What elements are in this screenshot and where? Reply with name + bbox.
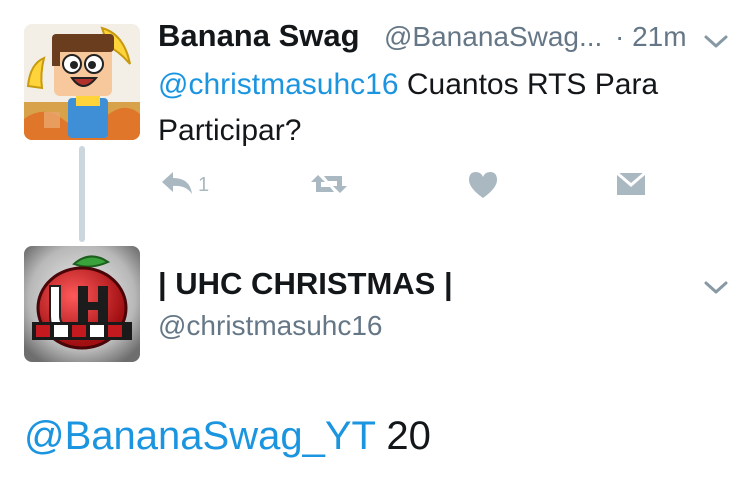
reply-icon[interactable] <box>160 170 194 201</box>
reply-tweet-text: @BananaSwag_YT 20 <box>24 414 431 459</box>
heart-icon[interactable] <box>468 171 498 204</box>
tweet-timestamp[interactable]: · 21m <box>615 21 687 53</box>
mention-link[interactable]: @christmasuhc16 <box>158 68 399 101</box>
author-handle[interactable]: @christmasuhc16 <box>158 310 383 342</box>
author-display-name[interactable]: Banana Swag <box>158 18 360 54</box>
uhc-christmas-avatar[interactable] <box>24 246 140 362</box>
author-handle[interactable]: @BananaSwag... <box>384 21 602 53</box>
tweet-body: 20 <box>375 414 431 458</box>
banana-swag-avatar[interactable] <box>24 24 140 140</box>
reply-count: 1 <box>198 174 210 196</box>
chevron-down-icon[interactable] <box>703 280 729 296</box>
tweet-text: @christmasuhc16 Cuantos RTS Para Partici… <box>158 62 718 154</box>
mention-link[interactable]: @BananaSwag_YT <box>24 414 375 458</box>
chevron-down-icon[interactable] <box>703 34 729 50</box>
retweet-icon[interactable] <box>310 171 348 202</box>
thread-connector-line <box>79 146 85 242</box>
author-display-name[interactable]: | UHC CHRISTMAS | <box>158 266 453 302</box>
envelope-icon[interactable] <box>615 170 647 203</box>
